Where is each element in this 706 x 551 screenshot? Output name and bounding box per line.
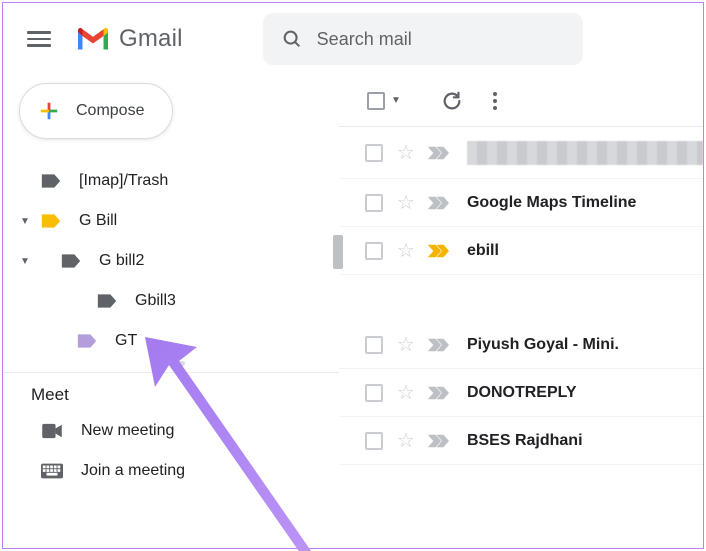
mail-row[interactable]: ☆ BSES Rajdhani: [339, 417, 703, 465]
meet-section-header: Meet: [3, 377, 339, 411]
label-icon: [77, 333, 97, 349]
meet-item-label: New meeting: [81, 422, 174, 440]
sender-name: BSES Rajdhani: [467, 432, 583, 450]
star-icon[interactable]: ☆: [397, 431, 415, 451]
row-checkbox[interactable]: [365, 336, 383, 354]
sidebar-label-g-bill2[interactable]: ▼ G bill2: [3, 241, 339, 281]
sidebar-scrollbar[interactable]: [333, 235, 343, 269]
sidebar-divider: [3, 372, 339, 373]
sidebar-label-imap-trash[interactable]: [Imap]/Trash: [3, 161, 339, 201]
star-icon[interactable]: ☆: [397, 383, 415, 403]
importance-marker[interactable]: [427, 145, 449, 161]
gmail-logo[interactable]: Gmail: [75, 24, 183, 54]
select-dropdown-icon[interactable]: ▼: [391, 95, 401, 106]
mail-row[interactable]: ☆ ebill: [339, 227, 703, 275]
sidebar-label-gbill3[interactable]: Gbill3: [3, 281, 339, 321]
row-checkbox[interactable]: [365, 384, 383, 402]
importance-marker[interactable]: [427, 385, 449, 401]
meet-new-meeting[interactable]: New meeting: [3, 411, 339, 451]
importance-marker[interactable]: [427, 337, 449, 353]
meet-item-label: Join a meeting: [81, 462, 185, 480]
sender-name: Piyush Goyal - Mini.: [467, 336, 619, 354]
compose-label: Compose: [76, 102, 144, 120]
keyboard-icon: [41, 463, 63, 479]
row-checkbox[interactable]: [365, 144, 383, 162]
mail-row[interactable]: ☆ Google Maps Timeline: [339, 179, 703, 227]
main-menu-button[interactable]: [27, 27, 51, 51]
sender-name: DONOTREPLY: [467, 384, 577, 402]
label-icon: [97, 293, 117, 309]
label-list: [Imap]/Trash ▼ G Bill ▼ G bill2 Gbill3 GT: [3, 161, 339, 361]
mail-toolbar: ▼: [339, 75, 703, 127]
meet-join-meeting[interactable]: Join a meeting: [3, 451, 339, 491]
row-checkbox[interactable]: [365, 194, 383, 212]
star-icon[interactable]: ☆: [397, 241, 415, 261]
mail-row[interactable]: ☆: [339, 127, 703, 179]
label-text: [Imap]/Trash: [79, 172, 168, 190]
label-text: Gbill3: [135, 292, 176, 310]
select-all-checkbox[interactable]: [367, 92, 385, 110]
label-icon: [41, 173, 61, 189]
star-icon[interactable]: ☆: [397, 193, 415, 213]
gmail-m-icon: [75, 24, 111, 54]
video-icon: [41, 423, 63, 439]
star-icon[interactable]: ☆: [397, 335, 415, 355]
importance-marker[interactable]: [427, 195, 449, 211]
search-icon: [281, 28, 303, 50]
sidebar-label-g-bill[interactable]: ▼ G Bill: [3, 201, 339, 241]
search-bar[interactable]: [263, 13, 583, 65]
label-text: G bill2: [99, 252, 144, 270]
compose-button[interactable]: Compose: [19, 83, 173, 139]
sender-name: Google Maps Timeline: [467, 194, 637, 212]
row-checkbox[interactable]: [365, 242, 383, 260]
more-button[interactable]: [493, 92, 497, 110]
refresh-button[interactable]: [441, 90, 463, 112]
chevron-down-icon[interactable]: ▼: [17, 216, 33, 227]
sender-name: ebill: [467, 242, 499, 260]
search-input[interactable]: [317, 29, 537, 50]
importance-marker[interactable]: [427, 243, 449, 259]
gmail-logo-text: Gmail: [119, 25, 183, 53]
plus-icon: [38, 100, 60, 122]
row-checkbox[interactable]: [365, 432, 383, 450]
chevron-down-icon[interactable]: ▼: [17, 256, 33, 267]
mail-row[interactable]: ☆ Piyush Goyal - Mini.: [339, 321, 703, 369]
sender-redacted: [467, 141, 703, 165]
label-text: GT: [115, 332, 137, 350]
label-icon: [41, 213, 61, 229]
label-icon: [61, 253, 81, 269]
star-icon[interactable]: ☆: [397, 143, 415, 163]
label-text: G Bill: [79, 212, 117, 230]
sidebar-label-gt[interactable]: GT: [3, 321, 339, 361]
sidebar-resize-handle[interactable]: [157, 361, 185, 366]
mail-row[interactable]: ☆ DONOTREPLY: [339, 369, 703, 417]
importance-marker[interactable]: [427, 433, 449, 449]
